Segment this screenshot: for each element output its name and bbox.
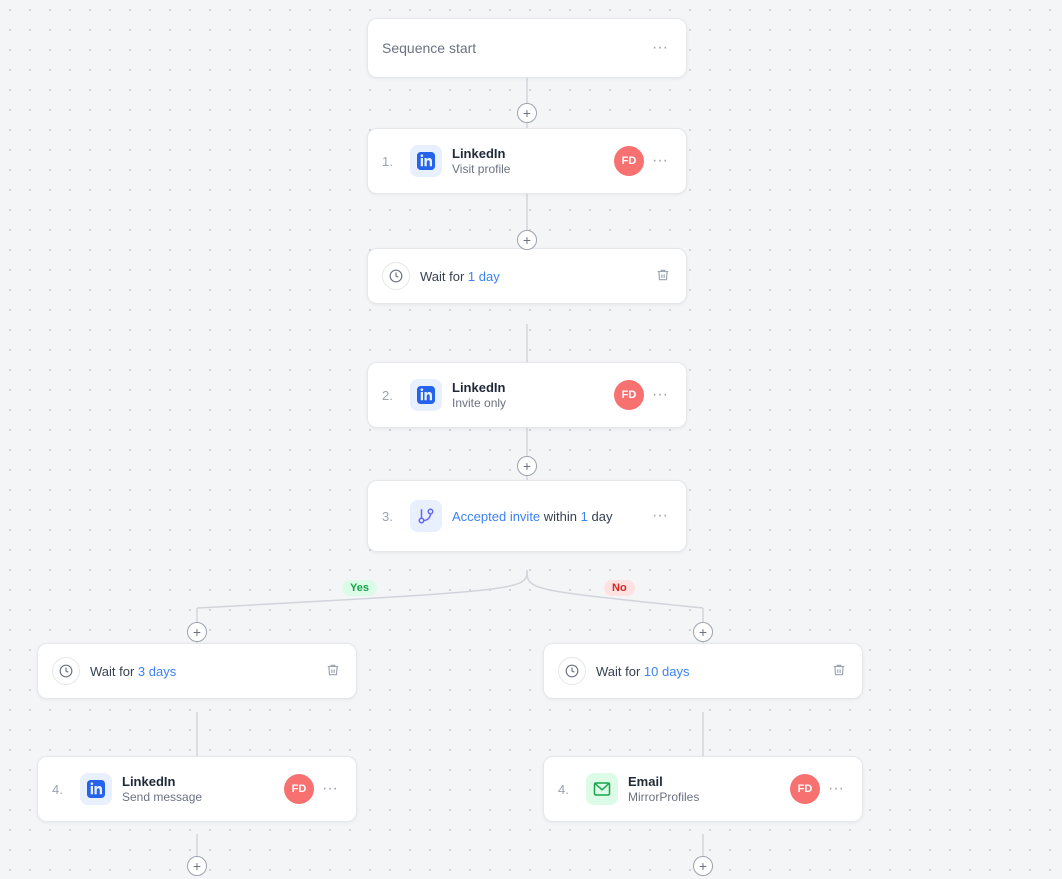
- step-4-no-email-icon: [586, 773, 618, 805]
- step-2-more[interactable]: ···: [648, 384, 672, 406]
- wait-no-value: 10 days: [644, 664, 690, 679]
- add-step-3[interactable]: +: [517, 456, 537, 476]
- wait-no-delete[interactable]: [830, 661, 848, 682]
- step-3-info: Accepted invite within 1 day: [452, 509, 644, 524]
- no-label: No: [604, 580, 635, 596]
- add-no-bottom[interactable]: +: [693, 856, 713, 876]
- step-4-no-info: Email MirrorProfiles: [628, 774, 782, 804]
- step-4-yes-more[interactable]: ···: [318, 778, 342, 800]
- wait-yes-clock-icon: [52, 657, 80, 685]
- step-1-avatar: FD: [614, 146, 644, 176]
- step-4-yes-action: Send message: [122, 790, 276, 804]
- step-4-no-number: 4.: [558, 782, 578, 797]
- step-1-action: Visit profile: [452, 162, 606, 176]
- step-3-number: 3.: [382, 509, 402, 524]
- add-yes-step[interactable]: +: [187, 622, 207, 642]
- add-step-1[interactable]: +: [517, 103, 537, 123]
- wait-1-card: Wait for 1 day: [367, 248, 687, 304]
- step-4-no-platform: Email: [628, 774, 782, 789]
- step-1-info: LinkedIn Visit profile: [452, 146, 606, 176]
- wait-yes-value: 3 days: [138, 664, 176, 679]
- step-4-yes-linkedin-icon: [80, 773, 112, 805]
- step-2-card: 2. LinkedIn Invite only FD ···: [367, 362, 687, 428]
- add-no-step[interactable]: +: [693, 622, 713, 642]
- step-3-branch-icon: [410, 500, 442, 532]
- wait-1-value: 1 day: [468, 269, 500, 284]
- step-2-avatar: FD: [614, 380, 644, 410]
- step-4-no-more[interactable]: ···: [824, 778, 848, 800]
- wait-1-delete[interactable]: [654, 266, 672, 287]
- step-3-more[interactable]: ···: [648, 505, 672, 527]
- step-4-no-card: 4. Email MirrorProfiles FD ···: [543, 756, 863, 822]
- step-1-linkedin-icon: [410, 145, 442, 177]
- step-4-yes-card: 4. LinkedIn Send message FD ···: [37, 756, 357, 822]
- yes-label: Yes: [342, 580, 377, 596]
- step-4-yes-number: 4.: [52, 782, 72, 797]
- sequence-start-more[interactable]: ···: [648, 37, 672, 59]
- step-1-card: 1. LinkedIn Visit profile FD ···: [367, 128, 687, 194]
- add-yes-bottom[interactable]: +: [187, 856, 207, 876]
- step-4-yes-info: LinkedIn Send message: [122, 774, 276, 804]
- step-2-platform: LinkedIn: [452, 380, 606, 395]
- step-2-number: 2.: [382, 388, 402, 403]
- wait-no-text: Wait for 10 days: [596, 664, 830, 679]
- step-3-branch-text: Accepted invite within 1 day: [452, 509, 644, 524]
- wait-no-card: Wait for 10 days: [543, 643, 863, 699]
- step-2-info: LinkedIn Invite only: [452, 380, 606, 410]
- step-3-branch-card: 3. Accepted invite within 1 day ···: [367, 480, 687, 552]
- sequence-start-title: Sequence start: [382, 40, 476, 56]
- step-4-no-action: MirrorProfiles: [628, 790, 782, 804]
- wait-1-text: Wait for 1 day: [420, 269, 654, 284]
- wait-yes-card: Wait for 3 days: [37, 643, 357, 699]
- wait-no-clock-icon: [558, 657, 586, 685]
- step-1-number: 1.: [382, 154, 402, 169]
- wait-1-clock-icon: [382, 262, 410, 290]
- step-2-linkedin-icon: [410, 379, 442, 411]
- step-3-accepted: Accepted invite: [452, 509, 540, 524]
- step-2-action: Invite only: [452, 396, 606, 410]
- step-1-more[interactable]: ···: [648, 150, 672, 172]
- step-3-days: 1: [581, 509, 588, 524]
- step-4-yes-platform: LinkedIn: [122, 774, 276, 789]
- step-4-no-avatar: FD: [790, 774, 820, 804]
- add-step-2[interactable]: +: [517, 230, 537, 250]
- wait-yes-text: Wait for 3 days: [90, 664, 324, 679]
- sequence-start-card: Sequence start ···: [367, 18, 687, 78]
- step-1-platform: LinkedIn: [452, 146, 606, 161]
- wait-yes-delete[interactable]: [324, 661, 342, 682]
- step-4-yes-avatar: FD: [284, 774, 314, 804]
